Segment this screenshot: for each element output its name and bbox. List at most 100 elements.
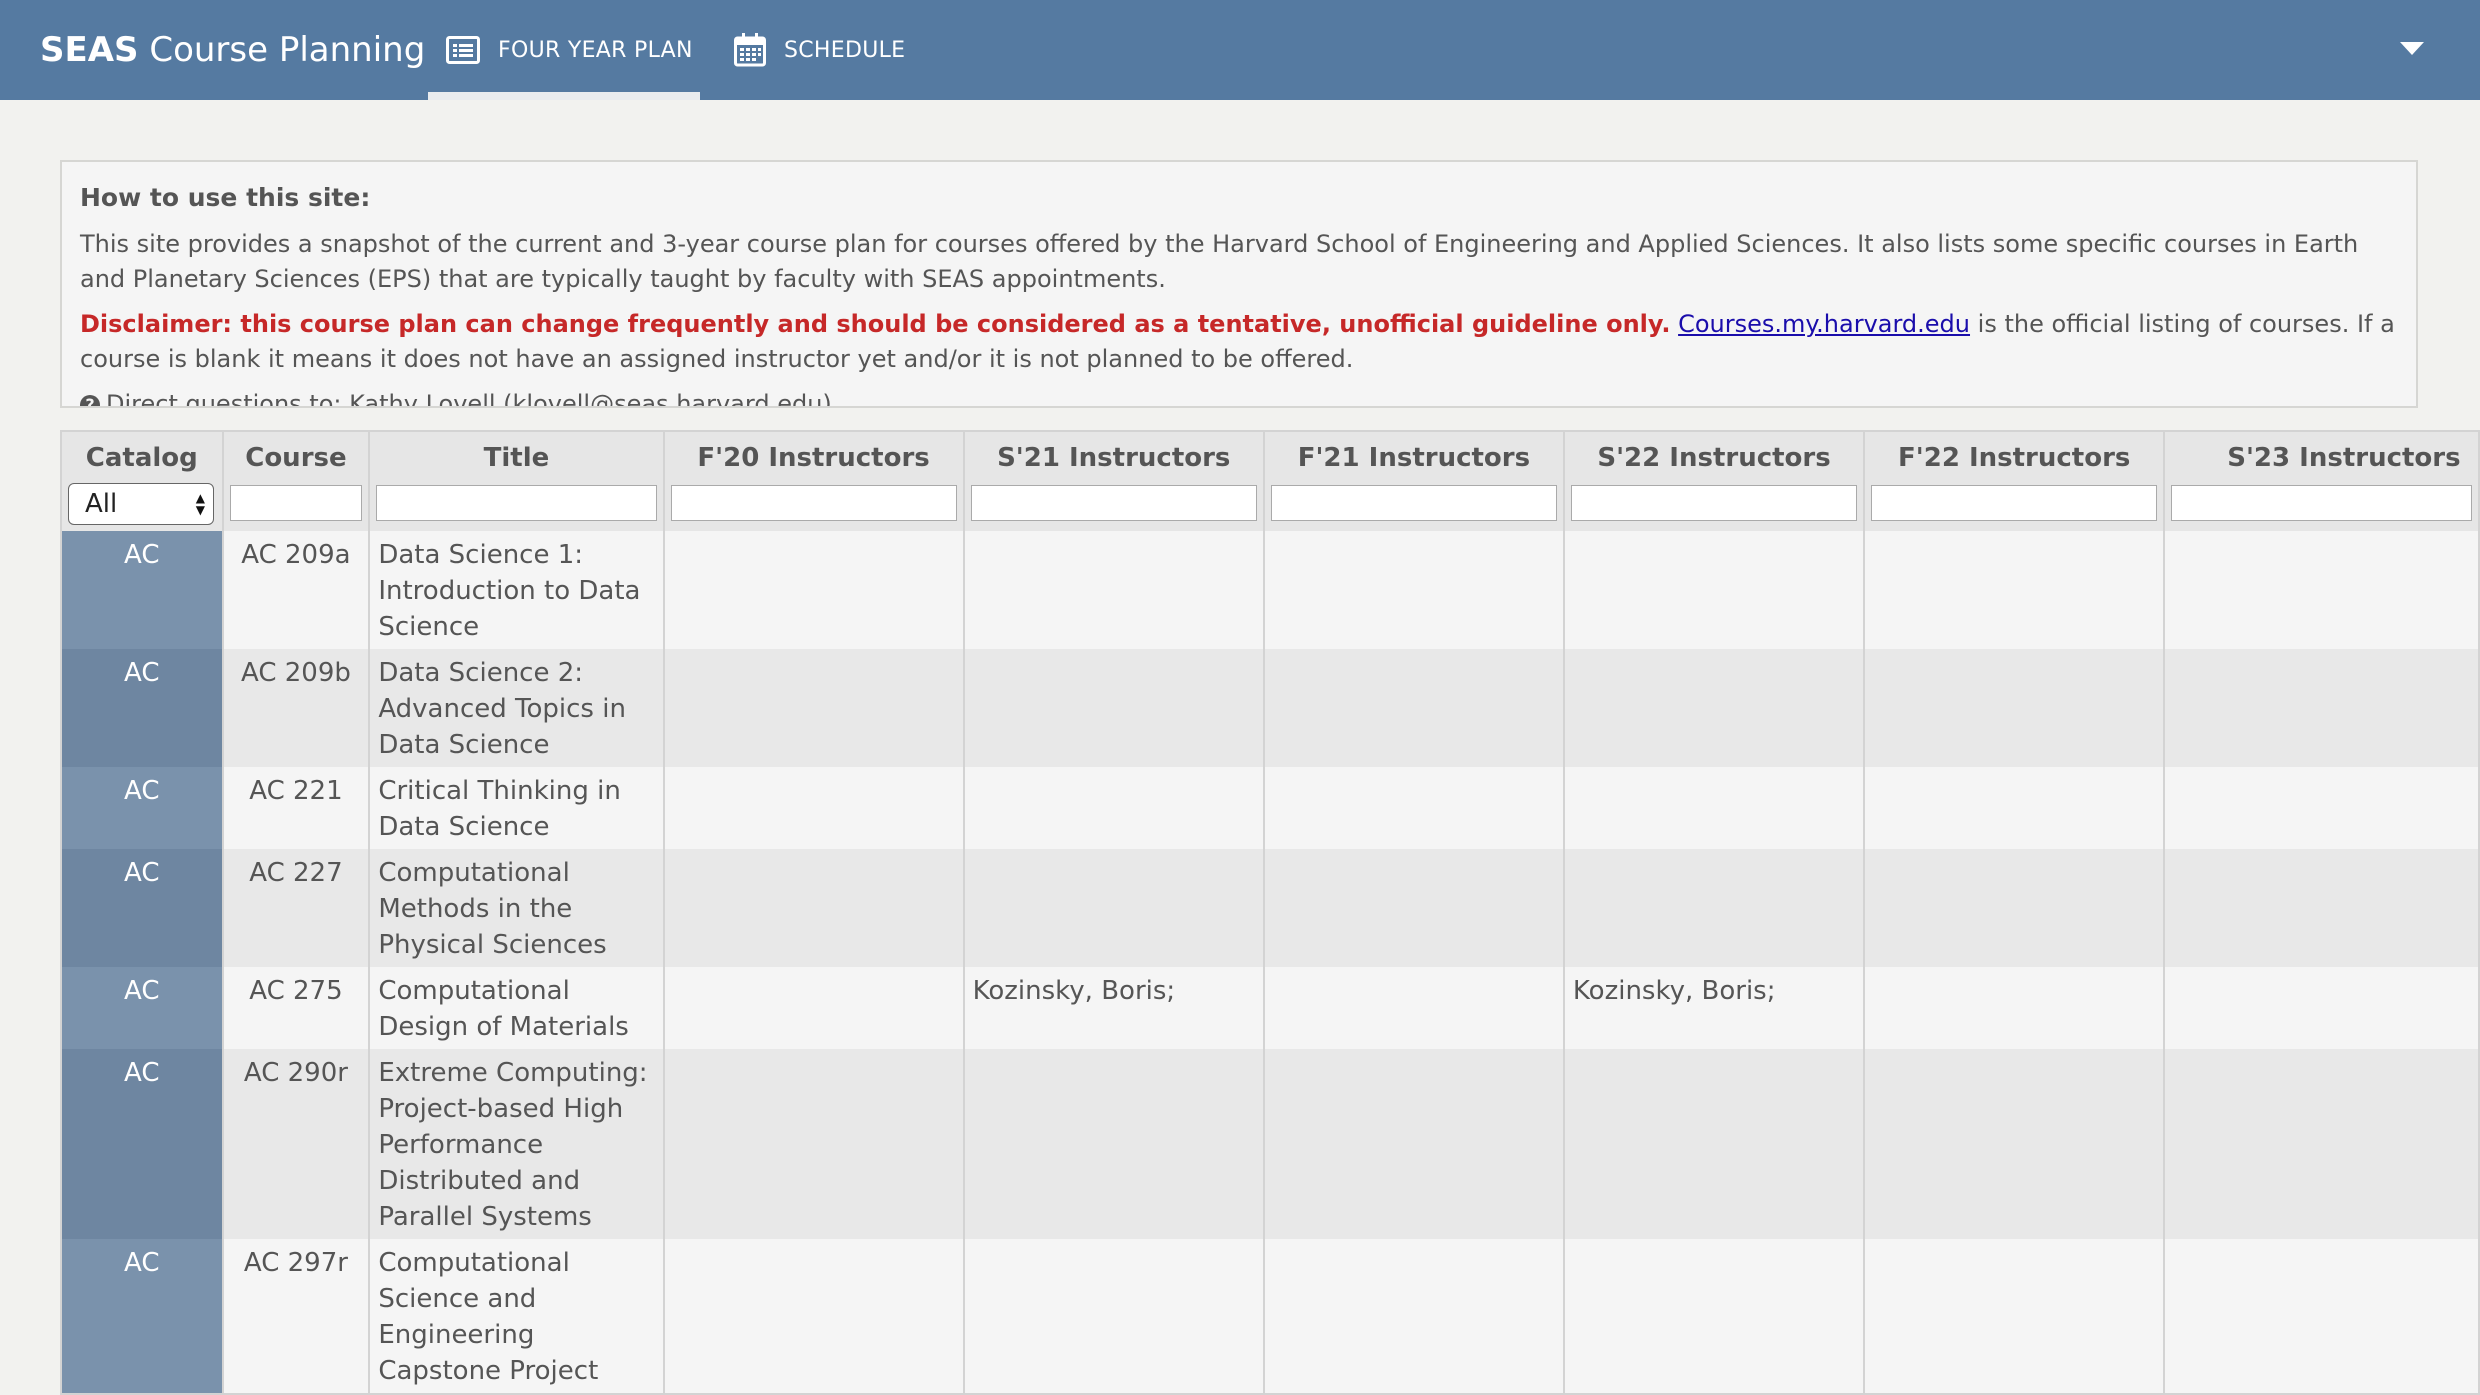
caret-down-icon[interactable] [2400, 42, 2424, 55]
s21-instructors-cell [962, 1239, 1265, 1395]
s21-instructors-cell [962, 1049, 1265, 1239]
s23-instructors-cell [2163, 1049, 2480, 1239]
table-row[interactable]: AC AC 227 Computational Methods in the Phy… [60, 849, 2480, 967]
f20-instructors-cell [662, 967, 965, 1049]
f20-instructors-cell [662, 1049, 965, 1239]
course-filter-cell [221, 483, 371, 531]
title-cell: Extreme Computing: Project-based High Pe… [368, 1049, 665, 1239]
f22-filter-input[interactable] [1871, 485, 2158, 521]
table-row[interactable]: AC AC 221 Critical Thinking in Data Scienc… [60, 767, 2480, 849]
questions-line: ? Direct questions to: Kathy Lovell (klov… [80, 387, 2398, 408]
info-heading: How to use this site: [80, 183, 371, 212]
table-row[interactable]: AC AC 209b Data Science 2: Advanced Topics… [60, 649, 2480, 767]
catalog-cell: AC [60, 1239, 224, 1395]
course-filter-input[interactable] [229, 485, 363, 521]
col-header-s23[interactable]: S'23 Instructors [2163, 430, 2480, 483]
disclaimer-text: Disclaimer: this course plan can change … [80, 310, 1671, 338]
f21-instructors-cell [1262, 1239, 1565, 1395]
f21-filter-input[interactable] [1270, 485, 1557, 521]
s21-filter-input[interactable] [970, 485, 1257, 521]
tab-four-year-plan[interactable]: FOUR YEAR PLAN [428, 0, 700, 100]
f21-instructors-cell [1262, 967, 1565, 1049]
f20-filter-input[interactable] [670, 485, 957, 521]
catalog-cell: AC [60, 649, 224, 767]
s22-instructors-cell [1562, 1049, 1866, 1239]
table-row[interactable]: AC AC 290r Extreme Computing: Project-base… [60, 1049, 2480, 1239]
f22-instructors-cell [1863, 849, 2166, 967]
s22-instructors-cell [1562, 531, 1866, 649]
list-icon [446, 36, 480, 64]
f20-instructors-cell [662, 767, 965, 849]
col-header-catalog[interactable]: Catalog [60, 430, 224, 483]
catalog-cell: AC [60, 767, 224, 849]
title-filter-cell [368, 483, 665, 531]
info-intro: This site provides a snapshot of the cur… [80, 230, 2359, 293]
brand-rest: Course Planning [138, 30, 426, 70]
s23-instructors-cell [2163, 767, 2480, 849]
table-row[interactable]: AC AC 209a Data Science 1: Introduction to… [60, 531, 2480, 649]
calendar-icon [734, 33, 766, 67]
col-header-course[interactable]: Course [221, 430, 371, 483]
questions-text: Direct questions to: Kathy Lovell (klove… [106, 390, 832, 408]
catalog-filter-select[interactable]: All ▲ ▼ [68, 483, 214, 525]
f21-instructors-cell [1262, 849, 1565, 967]
courses-link[interactable]: Courses.my.harvard.edu [1678, 310, 1970, 338]
info-panel: How to use this site: This site provides… [60, 160, 2418, 408]
course-cell: AC 297r [221, 1239, 371, 1395]
catalog-filter-value: All [85, 489, 118, 519]
course-table: Catalog Course Title F'20 Instructors S'… [60, 430, 2480, 1395]
s23-instructors-cell [2163, 649, 2480, 767]
tab-schedule[interactable]: SCHEDULE [734, 0, 905, 100]
s23-instructors-cell [2163, 531, 2480, 649]
f22-filter-cell [1863, 483, 2166, 531]
col-header-f20[interactable]: F'20 Instructors [662, 430, 965, 483]
f22-instructors-cell [1863, 531, 2166, 649]
s22-instructors-cell [1562, 649, 1866, 767]
col-header-s22[interactable]: S'22 Instructors [1562, 430, 1866, 483]
s22-instructors-cell [1562, 849, 1866, 967]
f22-instructors-cell [1863, 649, 2166, 767]
col-header-f22[interactable]: F'22 Instructors [1863, 430, 2166, 483]
table-row[interactable]: AC AC 275 Computational Design of Material… [60, 967, 2480, 1049]
catalog-cell: AC [60, 967, 224, 1049]
f22-instructors-cell [1863, 1049, 2166, 1239]
s23-filter-input[interactable] [2171, 485, 2472, 521]
s22-instructors-cell: Kozinsky, Boris; [1562, 967, 1866, 1049]
s22-filter-input[interactable] [1570, 485, 1858, 521]
catalog-cell: AC [60, 1049, 224, 1239]
col-header-title[interactable]: Title [368, 430, 665, 483]
s22-instructors-cell [1562, 1239, 1866, 1395]
s21-instructors-cell [962, 767, 1265, 849]
f20-instructors-cell [662, 531, 965, 649]
catalog-cell: AC [60, 531, 224, 649]
table-row[interactable]: AC AC 297r Computational Science and Engin… [60, 1239, 2480, 1395]
f20-filter-cell [662, 483, 965, 531]
title-filter-input[interactable] [376, 485, 657, 521]
tab-schedule-label: SCHEDULE [784, 37, 906, 63]
s22-instructors-cell [1562, 767, 1866, 849]
catalog-cell: AC [60, 849, 224, 967]
title-cell: Computational Methods in the Physical Sc… [368, 849, 665, 967]
f21-instructors-cell [1262, 767, 1565, 849]
s21-instructors-cell [962, 531, 1265, 649]
f21-instructors-cell [1262, 649, 1565, 767]
catalog-filter-cell: All ▲ ▼ [60, 483, 224, 531]
title-cell: Data Science 2: Advanced Topics in Data … [368, 649, 665, 767]
col-header-s21[interactable]: S'21 Instructors [962, 430, 1265, 483]
title-cell: Data Science 1: Introduction to Data Sci… [368, 531, 665, 649]
app-brand[interactable]: SEAS Course Planning [40, 28, 425, 72]
course-cell: AC 227 [221, 849, 371, 967]
s22-filter-cell [1562, 483, 1866, 531]
f21-instructors-cell [1262, 1049, 1565, 1239]
title-cell: Critical Thinking in Data Science [368, 767, 665, 849]
course-cell: AC 209b [221, 649, 371, 767]
s21-instructors-cell: Kozinsky, Boris; [962, 967, 1265, 1049]
info-disclaimer-paragraph: Disclaimer: this course plan can change … [80, 307, 2398, 377]
s21-instructors-cell [962, 649, 1265, 767]
s23-instructors-cell [2163, 967, 2480, 1049]
tab-four-year-plan-label: FOUR YEAR PLAN [498, 37, 693, 63]
f22-instructors-cell [1863, 767, 2166, 849]
title-cell: Computational Design of Materials [368, 967, 665, 1049]
col-header-f21[interactable]: F'21 Instructors [1262, 430, 1565, 483]
f22-instructors-cell [1863, 967, 2166, 1049]
